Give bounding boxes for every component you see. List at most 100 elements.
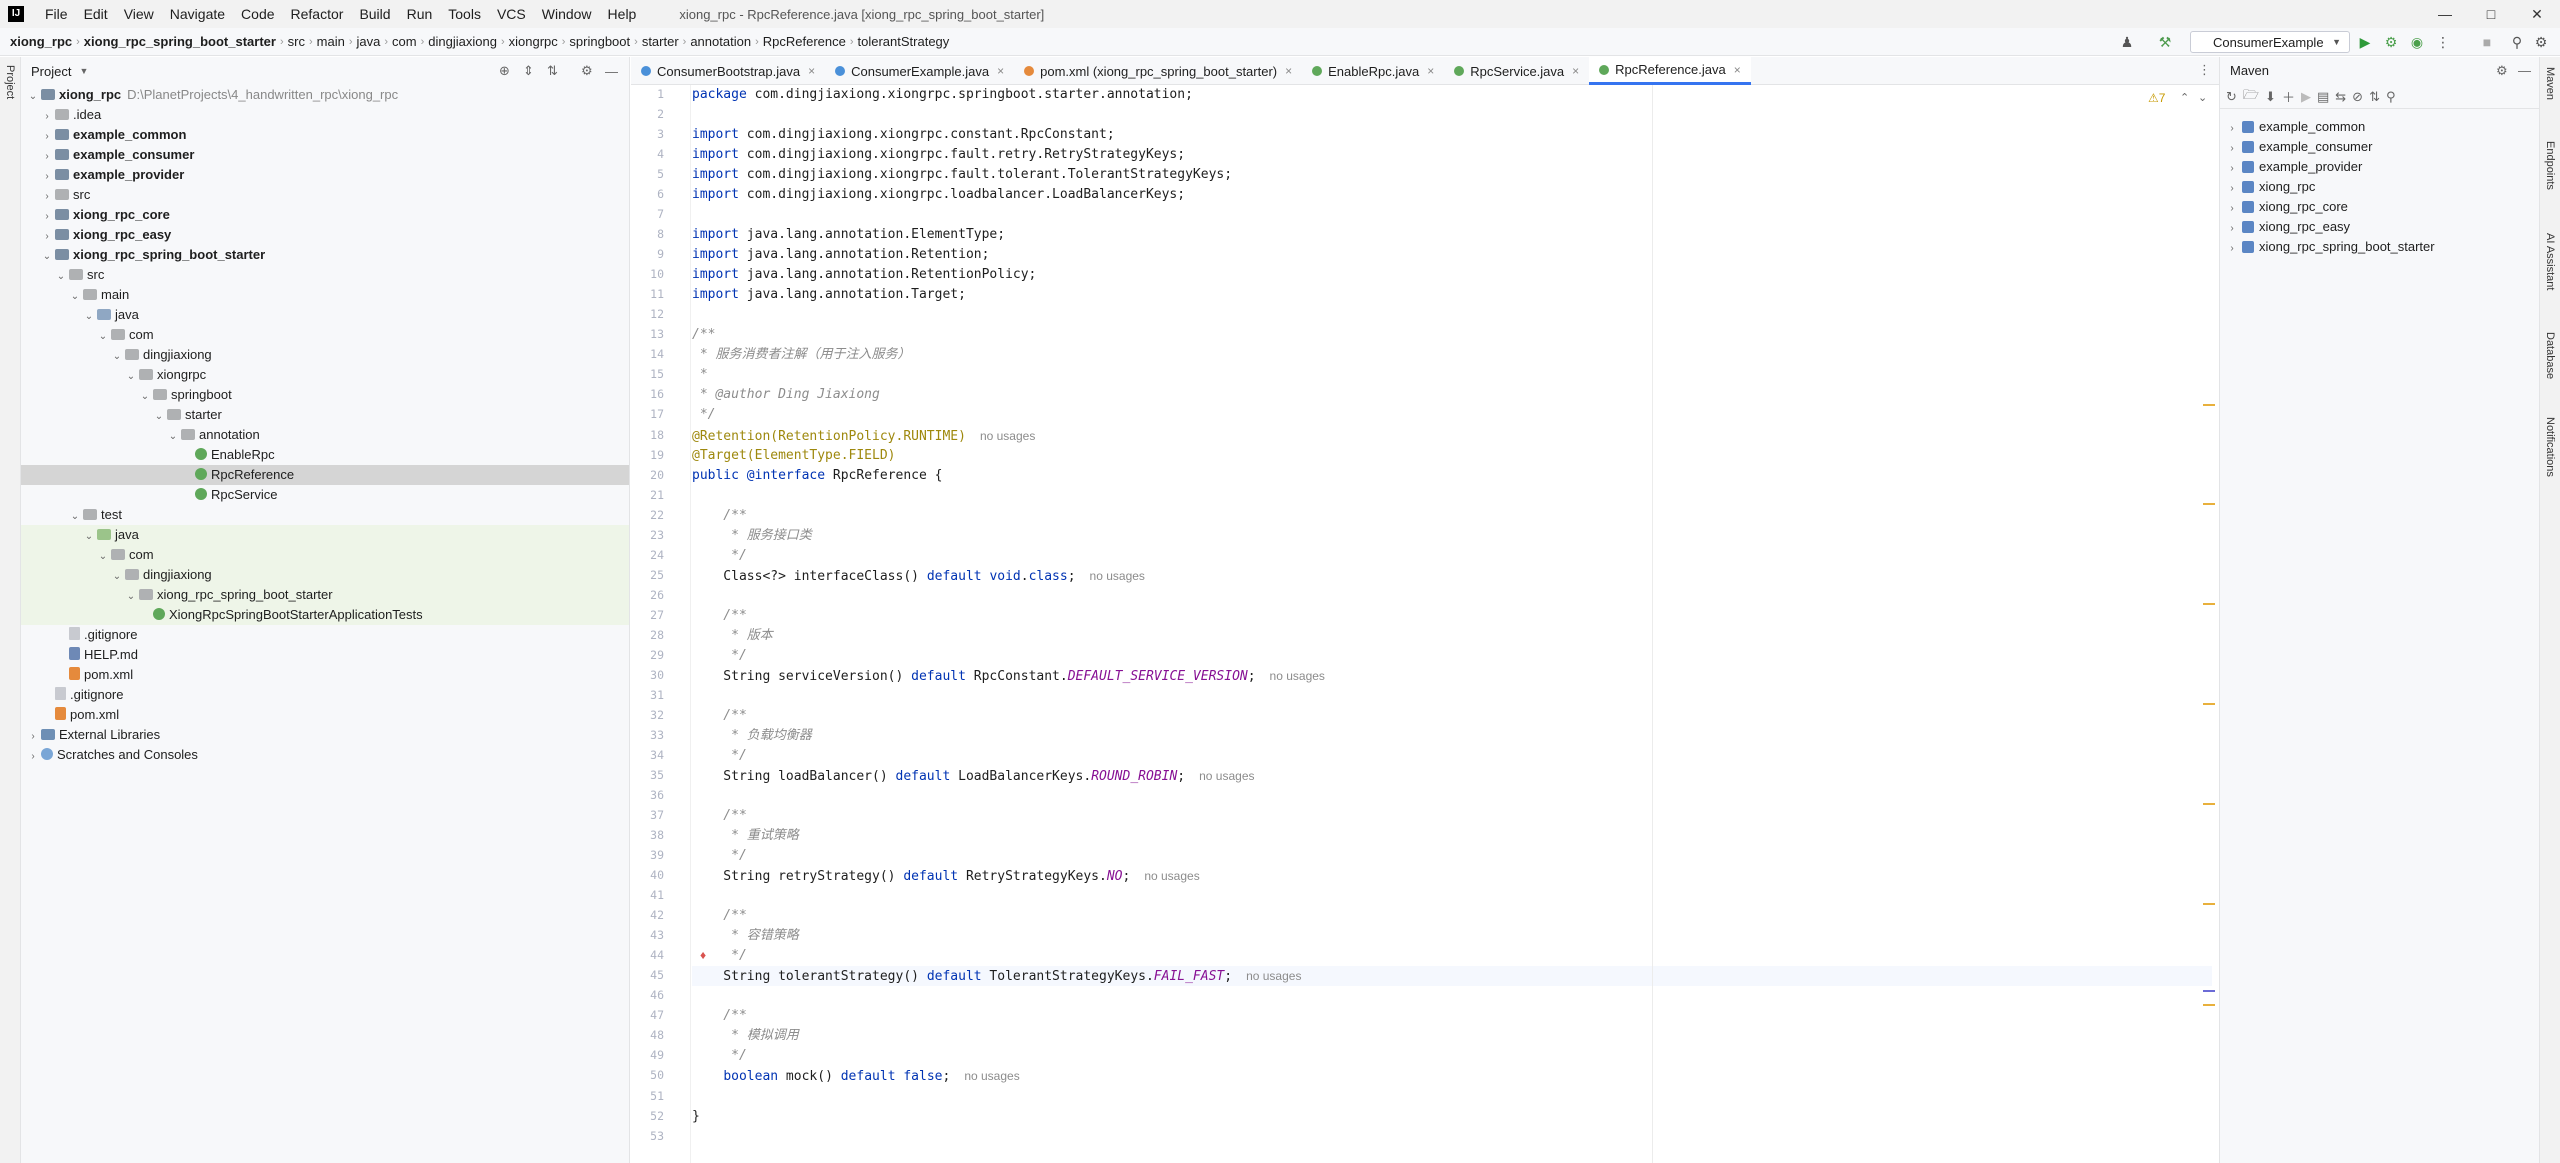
breadcrumb-item[interactable]: java (353, 34, 385, 49)
close-tab-icon[interactable]: × (997, 64, 1004, 78)
project-tree-item[interactable]: ⌄ dingjiaxiong (21, 345, 629, 365)
chevron-right-icon[interactable]: › (2226, 199, 2238, 219)
collapse-all-icon[interactable]: ⇅ (2369, 89, 2380, 105)
project-tree-item[interactable]: › example_consumer (21, 145, 629, 165)
chevron-right-icon[interactable]: › (2226, 179, 2238, 199)
chevron-right-icon[interactable]: › (41, 187, 53, 207)
project-tree-item[interactable]: ⌄ xiong_rpc_spring_boot_starter (21, 585, 629, 605)
project-tree-item[interactable]: › xiong_rpc_core (21, 205, 629, 225)
usages-inlay-hint[interactable]: no usages (1090, 569, 1145, 583)
chevron-down-icon[interactable]: ⌄ (83, 527, 95, 547)
breadcrumb-item[interactable]: src (284, 34, 309, 49)
project-tree-item[interactable]: ⌄ xiongrpc (21, 365, 629, 385)
chevron-right-icon[interactable]: › (41, 147, 53, 167)
warning-marker[interactable] (2203, 1004, 2215, 1006)
chevron-down-icon[interactable]: ⌄ (97, 327, 109, 347)
tab-overflow-icon[interactable]: ⋮ (2198, 62, 2211, 78)
close-tab-icon[interactable]: × (808, 64, 815, 78)
maven-project-item[interactable]: › example_provider (2220, 157, 2540, 177)
warning-marker[interactable] (2203, 803, 2215, 805)
run-icon[interactable]: ▶ (2356, 33, 2374, 51)
menu-item-help[interactable]: Help (601, 6, 644, 22)
analyze-dependencies-icon[interactable]: ⚲ (2386, 89, 2396, 105)
editor-tab[interactable]: ConsumerExample.java × (825, 57, 1014, 85)
debug-icon[interactable]: ⚙ (2382, 33, 2400, 51)
project-tree-item[interactable]: › src (21, 185, 629, 205)
skip-tests-icon[interactable]: ⊘ (2352, 89, 2363, 105)
run-configuration-select[interactable]: ConsumerExample ▼ (2190, 31, 2350, 53)
project-tree-item[interactable]: ⌄ starter (21, 405, 629, 425)
project-tree-item[interactable]: › External Libraries (21, 725, 629, 745)
previous-highlight-icon[interactable]: ⌃ (2180, 91, 2189, 104)
download-icon[interactable]: ⬇ (2265, 89, 2276, 105)
project-tree-item[interactable]: .gitignore (21, 685, 629, 705)
menu-item-tools[interactable]: Tools (441, 6, 488, 22)
editor-tab[interactable]: EnableRpc.java × (1302, 57, 1444, 85)
notifications-tool-window-button[interactable]: Notifications (2544, 417, 2556, 477)
editor-tab[interactable]: ConsumerBootstrap.java × (631, 57, 825, 85)
breadcrumb-item[interactable]: main (313, 34, 349, 49)
intellij-logo-icon[interactable]: IJ (8, 6, 24, 22)
menu-item-refactor[interactable]: Refactor (284, 6, 351, 22)
project-tree-item[interactable]: › example_common (21, 125, 629, 145)
code-editor[interactable]: package com.dingjiaxiong.xiongrpc.spring… (692, 85, 2219, 1163)
breadcrumb-item[interactable]: xiong_rpc_spring_boot_starter (80, 34, 280, 49)
chevron-down-icon[interactable]: ⌄ (97, 547, 109, 567)
chevron-down-icon[interactable]: ⌄ (111, 567, 123, 587)
maven-project-item[interactable]: › xiong_rpc_spring_boot_starter (2220, 237, 2540, 257)
breadcrumb-item[interactable]: annotation (686, 34, 755, 49)
project-tree-item[interactable]: EnableRpc (21, 445, 629, 465)
chevron-right-icon[interactable]: › (27, 747, 39, 767)
breadcrumb-item[interactable]: tolerantStrategy (854, 34, 954, 49)
chevron-right-icon[interactable]: › (41, 227, 53, 247)
chevron-down-icon[interactable]: ⌄ (83, 307, 95, 327)
maximize-icon[interactable]: □ (2468, 0, 2514, 28)
gear-icon[interactable]: ⚙ (581, 63, 593, 79)
maven-project-item[interactable]: › xiong_rpc (2220, 177, 2540, 197)
chevron-right-icon[interactable]: › (2226, 139, 2238, 159)
collapse-all-icon[interactable]: ⇅ (547, 63, 558, 79)
run-maven-build-icon[interactable]: ▶ (2301, 89, 2311, 105)
menu-item-edit[interactable]: Edit (77, 6, 115, 22)
search-icon[interactable]: ⚲ (2508, 33, 2526, 51)
usages-inlay-hint[interactable]: no usages (1270, 669, 1325, 683)
project-tree-item[interactable]: pom.xml (21, 665, 629, 685)
usages-inlay-hint[interactable]: no usages (980, 429, 1035, 443)
chevron-down-icon[interactable]: ⌄ (69, 507, 81, 527)
breadcrumb-item[interactable]: springboot (565, 34, 634, 49)
breadcrumb-item[interactable]: dingjiaxiong (424, 34, 501, 49)
maven-project-item[interactable]: › xiong_rpc_core (2220, 197, 2540, 217)
project-tree-item[interactable]: ⌄ annotation (21, 425, 629, 445)
toggle-offline-icon[interactable]: ⇆ (2335, 89, 2346, 105)
reload-icon[interactable]: ↻ (2226, 89, 2237, 105)
project-tree-item[interactable]: ⌄ dingjiaxiong (21, 565, 629, 585)
editor-tab[interactable]: pom.xml (xiong_rpc_spring_boot_starter) × (1014, 57, 1302, 85)
gear-icon[interactable]: ⚙ (2496, 57, 2508, 85)
breadcrumb-item[interactable]: xiong_rpc (6, 34, 76, 49)
chevron-down-icon[interactable]: ⌄ (153, 407, 165, 427)
chevron-right-icon[interactable]: › (41, 167, 53, 187)
build-hammer-icon[interactable]: ⚒ (2156, 33, 2174, 51)
project-panel-title[interactable]: Project (31, 64, 71, 79)
chevron-right-icon[interactable]: › (2226, 239, 2238, 259)
maven-tool-window-button[interactable]: Maven (2544, 67, 2556, 100)
maven-project-item[interactable]: › example_consumer (2220, 137, 2540, 157)
menu-item-code[interactable]: Code (234, 6, 281, 22)
project-tree-item[interactable]: ⌄ src (21, 265, 629, 285)
chevron-down-icon[interactable]: ⌄ (55, 267, 67, 287)
chevron-right-icon[interactable]: › (41, 207, 53, 227)
project-tree-item[interactable]: ⌄ java (21, 305, 629, 325)
project-tree-item[interactable]: ⌄ xiong_rpc D:\PlanetProjects\4_handwritte… (21, 85, 629, 105)
menu-item-view[interactable]: View (117, 6, 161, 22)
warning-marker[interactable] (2203, 503, 2215, 505)
database-tool-window-button[interactable]: Database (2544, 332, 2556, 379)
chevron-down-icon[interactable]: ⌄ (69, 287, 81, 307)
project-tree-item[interactable]: pom.xml (21, 705, 629, 725)
chevron-right-icon[interactable]: › (41, 107, 53, 127)
usages-inlay-hint[interactable]: no usages (964, 1069, 1019, 1083)
breadcrumb-item[interactable]: RpcReference (759, 34, 850, 49)
open-folder-icon[interactable]: 🗁 (2243, 86, 2259, 108)
maven-project-item[interactable]: › example_common (2220, 117, 2540, 137)
user-icon[interactable]: ♟ (2118, 33, 2136, 51)
chevron-down-icon[interactable]: ⌄ (111, 347, 123, 367)
